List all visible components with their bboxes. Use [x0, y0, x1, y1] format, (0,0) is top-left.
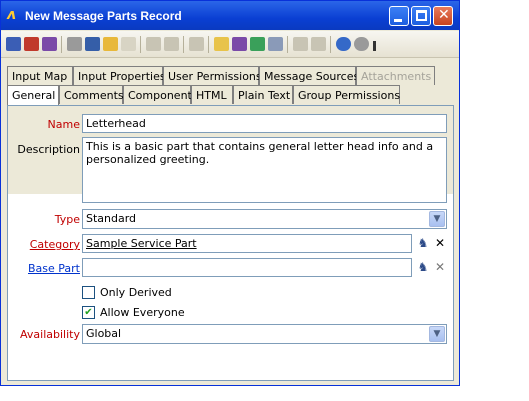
refresh-icon[interactable] — [250, 37, 265, 51]
forward-icon[interactable] — [146, 37, 161, 51]
settings-icon[interactable] — [268, 37, 283, 51]
copy-icon[interactable] — [214, 37, 229, 51]
help-icon[interactable] — [336, 37, 351, 51]
open-folder-icon[interactable] — [103, 37, 118, 51]
base-part-link[interactable]: Base Part — [8, 262, 80, 275]
category-link[interactable]: Category — [8, 238, 80, 251]
type-label: Type — [54, 213, 80, 226]
maximize-button[interactable] — [411, 6, 431, 26]
info-icon[interactable] — [354, 37, 369, 51]
binoculars-icon[interactable]: ♞ — [415, 235, 431, 251]
attach-icon[interactable] — [311, 37, 326, 51]
clear-icon[interactable]: ✕ — [432, 259, 448, 275]
minimize-button[interactable] — [389, 6, 409, 26]
clear-icon[interactable]: ✕ — [432, 235, 448, 251]
category-value: Sample Service Part — [86, 237, 197, 250]
message-parts-window: ʌ New Message Parts Record ✕ Input Map I… — [0, 0, 460, 386]
category-input[interactable]: Sample Service Part — [82, 234, 412, 253]
tab-attachments: Attachments — [356, 66, 435, 85]
tab-input-map[interactable]: Input Map — [7, 66, 73, 85]
type-value: Standard — [86, 212, 137, 225]
tab-comments[interactable]: Comments — [59, 85, 124, 104]
tab-user-permissions[interactable]: User Permissions — [163, 66, 262, 85]
chevron-down-icon[interactable]: ▼ — [429, 326, 445, 342]
name-input[interactable]: Letterhead — [82, 114, 447, 133]
copy-window-icon[interactable] — [232, 37, 247, 51]
description-label: Description — [17, 143, 80, 156]
list-icon[interactable] — [121, 37, 136, 51]
type-select[interactable]: Standard ▼ — [82, 209, 447, 229]
tab-plain-text[interactable]: Plain Text — [233, 85, 293, 104]
print-icon[interactable] — [67, 37, 82, 51]
availability-value: Global — [86, 327, 122, 340]
close-button[interactable]: ✕ — [433, 6, 453, 26]
description-textarea[interactable]: This is a basic part that contains gener… — [82, 137, 447, 203]
tab-input-properties[interactable]: Input Properties — [73, 66, 166, 85]
toolbar-overflow-icon[interactable] — [373, 41, 379, 51]
record-icon[interactable] — [189, 37, 204, 51]
general-panel: Name Letterhead Description This is a ba… — [7, 105, 454, 381]
tab-group-permissions[interactable]: Group Permissions — [293, 85, 400, 104]
name-label: Name — [47, 118, 80, 131]
tab-general[interactable]: General — [7, 85, 59, 106]
window-title: New Message Parts Record — [25, 9, 182, 23]
only-derived-checkbox[interactable] — [82, 286, 95, 299]
binoculars-icon[interactable]: ♞ — [415, 259, 431, 275]
save-close-icon[interactable] — [24, 37, 39, 51]
insert-icon[interactable] — [293, 37, 308, 51]
title-bar[interactable]: ʌ New Message Parts Record ✕ — [1, 1, 459, 30]
tab-message-sources[interactable]: Message Sources — [259, 66, 359, 85]
availability-select[interactable]: Global ▼ — [82, 324, 447, 344]
app-icon: ʌ — [7, 7, 17, 23]
only-derived-label: Only Derived — [100, 286, 172, 299]
save-icon[interactable] — [6, 37, 21, 51]
save-new-icon[interactable] — [42, 37, 57, 51]
availability-label: Availability — [20, 328, 80, 341]
tab-html[interactable]: HTML — [191, 85, 233, 104]
tab-component[interactable]: Component — [123, 85, 192, 104]
delete-icon[interactable] — [164, 37, 179, 51]
toolbar — [1, 31, 459, 58]
find-icon[interactable] — [85, 37, 100, 51]
allow-everyone-label: Allow Everyone — [100, 306, 185, 319]
chevron-down-icon[interactable]: ▼ — [429, 211, 445, 227]
base-part-input[interactable] — [82, 258, 412, 277]
allow-everyone-checkbox[interactable]: ✔ — [82, 306, 95, 319]
